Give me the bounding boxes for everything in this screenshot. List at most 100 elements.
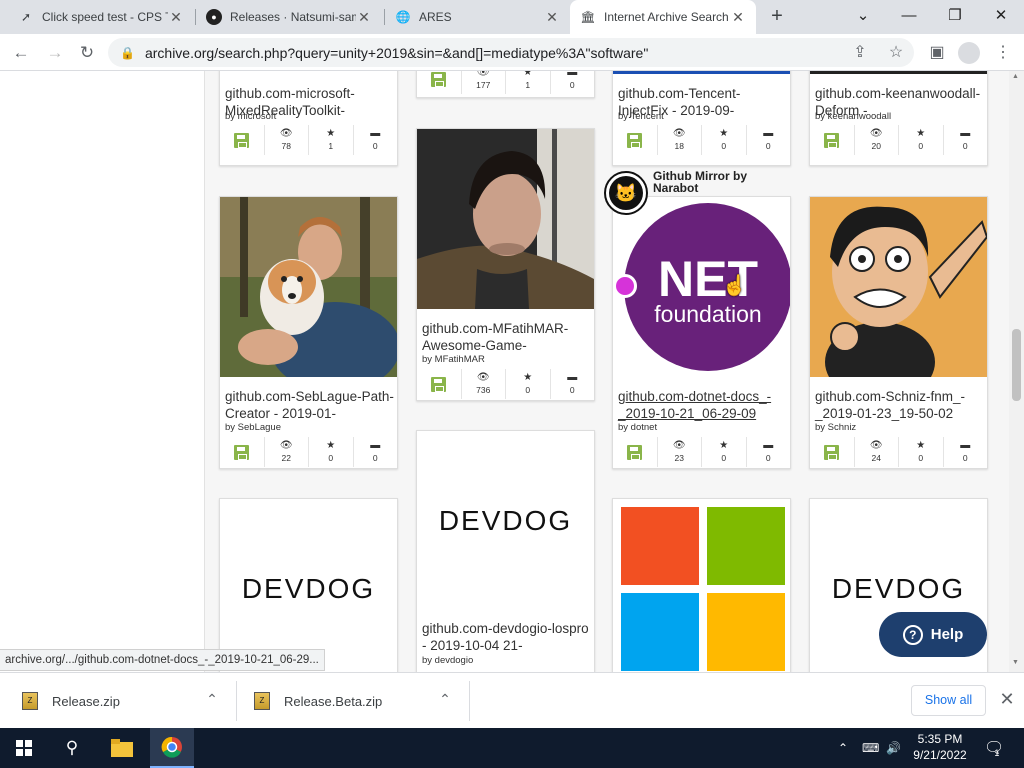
card-thumbnail[interactable] (220, 197, 397, 377)
result-card[interactable]: github.com-Tencent-InjectFix - 2019-09- … (612, 71, 791, 166)
card-author[interactable]: by microsoft (225, 111, 276, 122)
download-filename: Release.zip (52, 693, 120, 709)
reload-button[interactable]: ↻ (74, 40, 100, 66)
card-title[interactable]: github.com-MFatihMAR-Awesome-Game- (422, 320, 592, 354)
card-author[interactable]: by MFatihMAR (422, 354, 485, 365)
tab-releases[interactable]: ● Releases · Natsumi-sam ✕ (196, 0, 382, 34)
bookmark-star-icon[interactable]: ☆ (884, 41, 908, 65)
card-title[interactable]: github.com-SebLague-Path-Creator - 2019-… (225, 388, 395, 422)
result-card[interactable]: 👁 177 ★ 1 ▬ 0 (416, 71, 595, 98)
scrollbar-thumb[interactable] (1012, 329, 1021, 401)
card-author[interactable]: by SebLague (225, 422, 281, 433)
minimize-button[interactable]: — (894, 4, 924, 28)
chrome-icon[interactable] (150, 728, 194, 768)
scroll-up-icon[interactable]: ▲ (1012, 73, 1019, 80)
card-author[interactable]: by dotnet (618, 422, 657, 433)
profile-avatar[interactable] (958, 42, 980, 64)
card-thumbnail[interactable] (417, 129, 594, 309)
star-icon: ★ (326, 128, 336, 139)
notifications-icon[interactable]: 🗨 1 (984, 728, 1004, 768)
star-icon: ★ (326, 440, 336, 451)
card-stats: 👁 18 ★ 0 ▬ 0 (613, 125, 790, 155)
card-thumbnail[interactable]: DEVDOG (417, 431, 594, 611)
favorites-stat: ★ 0 (308, 437, 353, 467)
forward-button[interactable]: → (42, 40, 68, 66)
reviews-stat: ▬ 0 (352, 437, 398, 467)
views-stat: 👁 23 (656, 437, 702, 467)
eye-icon: 👁 (869, 128, 883, 139)
tab-ares[interactable]: 🌐 ARES ✕ (385, 0, 570, 34)
hand-cursor-icon: ☝ (722, 275, 747, 297)
close-downloads-icon[interactable]: ✕ (997, 689, 1017, 710)
zip-file-icon: Z (254, 692, 270, 710)
result-card[interactable]: github.com-SebLague-Path-Creator - 2019-… (219, 196, 398, 469)
result-card[interactable]: github.com-keenanwoodall-Deform - by kee… (809, 71, 988, 166)
menu-kebab-icon[interactable]: ⋮ (990, 40, 1016, 66)
github-mirror-badge[interactable]: 🐱 (604, 171, 648, 215)
card-author[interactable]: by devdogio (422, 655, 473, 666)
comment-icon: ▬ (370, 128, 381, 139)
star-icon: ★ (916, 128, 926, 139)
card-stats: 👁 23 ★ 0 ▬ 0 (613, 437, 790, 467)
result-card[interactable]: DEVDOG github.com-devdogio-lospro - 2019… (416, 430, 595, 672)
close-tab-icon[interactable]: ✕ (356, 9, 372, 26)
show-all-downloads-button[interactable]: Show all (911, 685, 986, 716)
restore-button[interactable]: ❐ (940, 4, 970, 28)
card-author[interactable]: by Tencent (618, 111, 664, 122)
collection-label[interactable]: Github Mirror by Narabot (653, 170, 763, 194)
result-card[interactable] (612, 498, 791, 672)
new-tab-button[interactable]: + (766, 5, 788, 27)
address-bar[interactable]: 🔒 archive.org/search.php?query=unity+201… (108, 38, 914, 67)
network-icon[interactable]: ⌨ (862, 728, 879, 768)
card-thumbnail[interactable] (810, 197, 987, 377)
views-stat: 👁 24 (853, 437, 899, 467)
result-card[interactable]: github.com-Schniz-fnm_-_2019-01-23_19-50… (809, 196, 988, 469)
side-panel-icon[interactable]: ▣ (924, 40, 950, 66)
foundation-text: foundation (654, 301, 761, 327)
facet-sidebar (0, 71, 205, 672)
volume-icon[interactable]: 🔊 (886, 728, 901, 768)
windows-start-icon[interactable] (10, 734, 38, 762)
card-thumbnail[interactable]: DEVDOG (220, 499, 397, 672)
card-thumbnail[interactable]: NET foundation (613, 197, 790, 377)
tray-chevron-icon[interactable]: ⌃ (838, 728, 848, 768)
close-tab-icon[interactable]: ✕ (730, 9, 746, 26)
result-card[interactable]: DEVDOG (219, 498, 398, 672)
card-title[interactable]: github.com-devdogio-lospro - 2019-10-04 … (422, 620, 592, 654)
share-icon[interactable]: ⇪ (848, 41, 872, 65)
scroll-down-icon[interactable]: ▼ (1012, 659, 1019, 666)
download-options-chevron-icon[interactable]: ⌃ (435, 691, 455, 708)
card-author[interactable]: by keenanwoodall (815, 111, 891, 122)
close-tab-icon[interactable]: ✕ (168, 9, 184, 26)
search-icon[interactable]: ⚲ (58, 734, 86, 762)
tab-internet-archive[interactable]: 🏛 Internet Archive Search ✕ (570, 0, 756, 34)
close-window-button[interactable]: ✕ (986, 4, 1016, 28)
clock[interactable]: 5:35 PM 9/21/2022 (904, 731, 976, 763)
devdog-logo: DEVDOG (438, 505, 573, 536)
eye-icon: 👁 (476, 71, 490, 78)
download-item[interactable]: Z Release.Beta.zip (254, 673, 382, 729)
page-scrollbar[interactable]: ▲ ▼ (1009, 71, 1024, 672)
file-explorer-icon[interactable] (108, 734, 136, 762)
card-author[interactable]: by Schniz (815, 422, 856, 433)
card-title[interactable]: github.com-dotnet-docs_-_2019-10-21_06-2… (618, 388, 788, 422)
software-icon (220, 125, 264, 155)
download-item[interactable]: Z Release.zip (22, 673, 120, 729)
tab-search-chevron-icon[interactable]: ⌄ (848, 4, 878, 28)
result-card[interactable]: github.com-microsoft-MixedRealityToolkit… (219, 71, 398, 166)
card-thumbnail[interactable] (613, 499, 790, 672)
star-icon: ★ (719, 440, 729, 451)
clock-date: 9/21/2022 (913, 748, 967, 762)
card-title[interactable]: github.com-Schniz-fnm_-_2019-01-23_19-50… (815, 388, 985, 422)
result-card[interactable]: NET foundation github.com-dotnet-docs_-_… (612, 196, 791, 469)
help-button[interactable]: ? Help (879, 612, 987, 657)
result-card[interactable]: github.com-MFatihMAR-Awesome-Game- by MF… (416, 128, 595, 401)
software-icon (417, 369, 461, 399)
tab-click-speed-test[interactable]: ➚ Click speed test - CPS T ✕ (8, 0, 194, 34)
eye-icon: 👁 (672, 128, 686, 139)
close-tab-icon[interactable]: ✕ (544, 9, 560, 26)
back-button[interactable]: ← (8, 40, 34, 66)
download-options-chevron-icon[interactable]: ⌃ (202, 691, 222, 708)
comment-icon: ▬ (960, 128, 971, 139)
cursor-icon: ➚ (20, 10, 32, 24)
